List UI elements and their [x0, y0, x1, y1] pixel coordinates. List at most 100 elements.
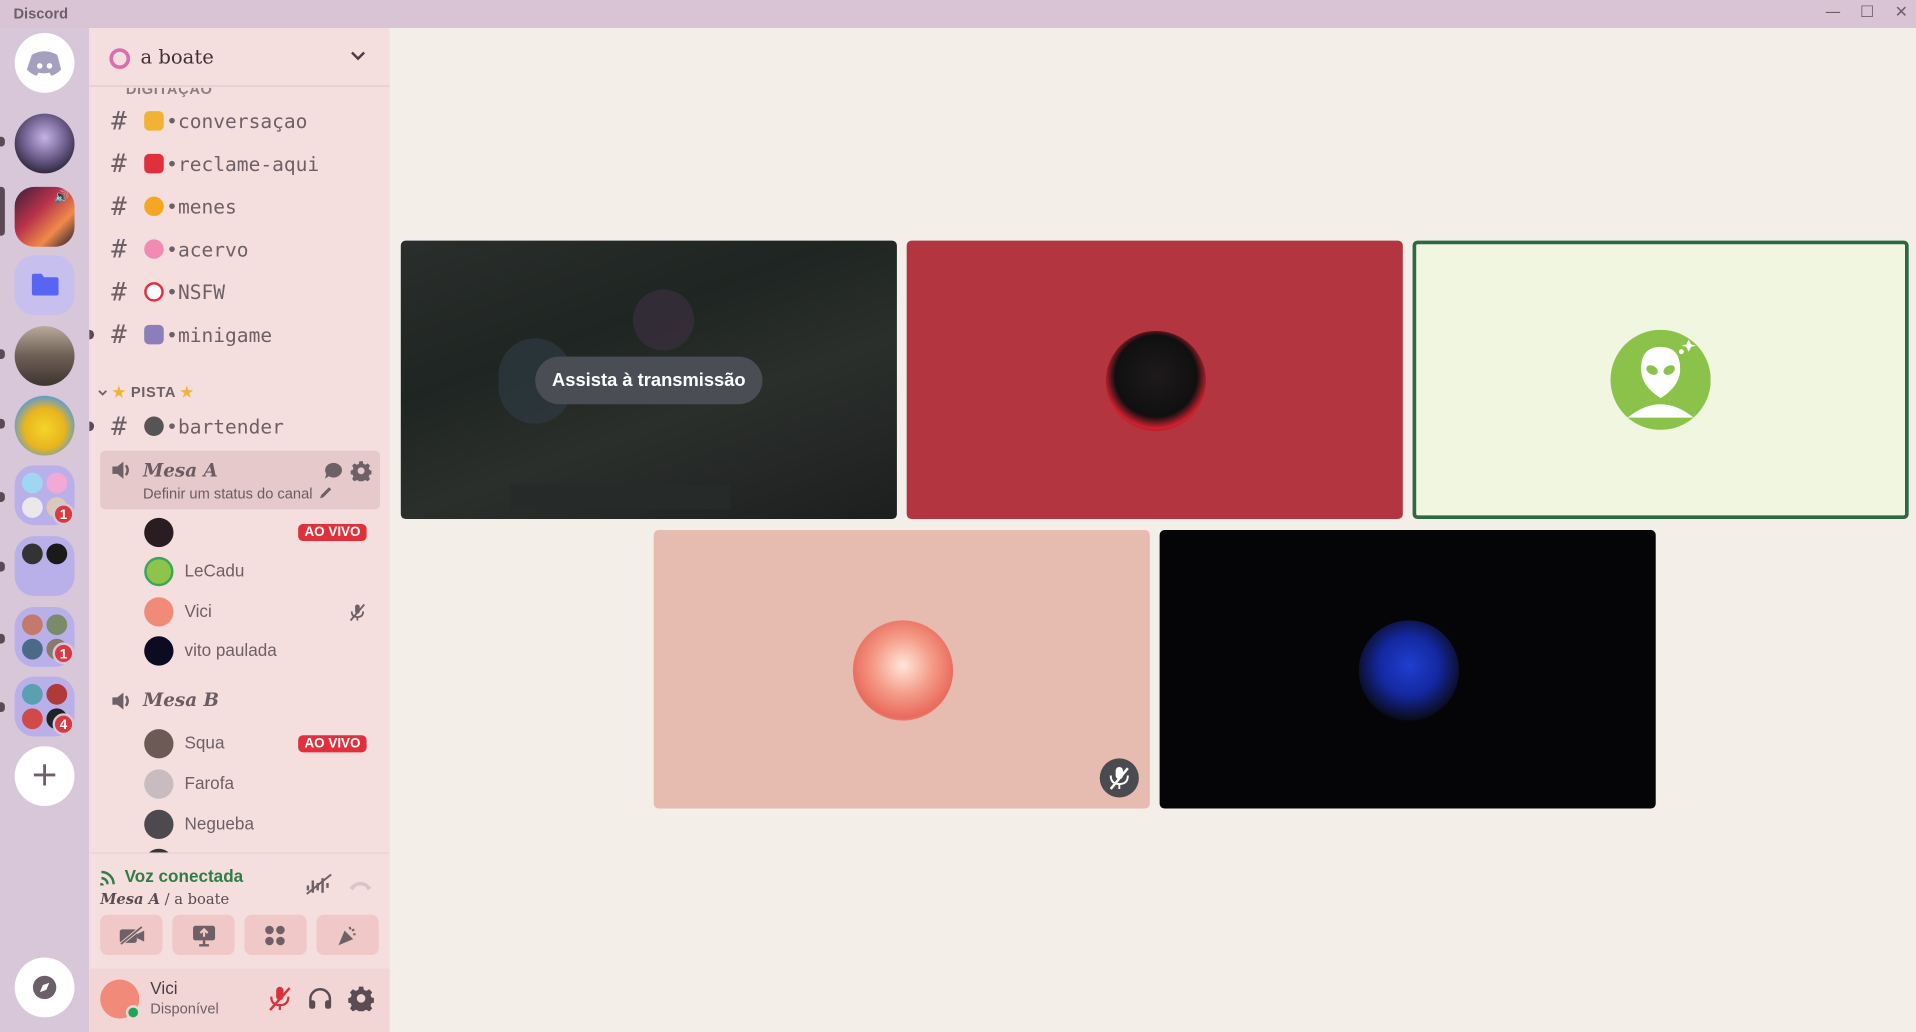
mention-badge: 1	[52, 642, 75, 665]
text-channel[interactable]: # •bartender	[89, 409, 382, 446]
voice-user-name: vito paulada	[184, 639, 277, 660]
chat-bubble-icon[interactable]	[324, 462, 344, 482]
voice-status[interactable]: Voz conectada	[125, 866, 244, 886]
activities-button[interactable]	[244, 914, 307, 956]
server-icon	[21, 472, 43, 494]
avatar	[144, 809, 174, 840]
voice-connection-panel: Voz conectada Mesa A / a boate	[89, 852, 390, 968]
maximize-button[interactable]: ☐	[1850, 2, 1884, 24]
server-icon[interactable]	[14, 395, 75, 456]
hash-icon: #	[111, 106, 127, 136]
voice-location[interactable]: Mesa A / a boate	[100, 890, 229, 907]
voice-user[interactable]: Negueba	[144, 806, 376, 843]
pencil-icon[interactable]	[319, 486, 332, 499]
signal-icon[interactable]	[100, 868, 120, 886]
gear-icon[interactable]	[348, 986, 374, 1012]
voice-channel-mesa-b[interactable]: Mesa B	[100, 683, 380, 720]
watch-stream-button[interactable]: Assista à transmissão	[535, 356, 763, 405]
voice-user[interactable]: Vici	[144, 594, 376, 631]
mention-badge: 1	[52, 503, 75, 526]
folder-button[interactable]	[14, 255, 75, 316]
participant-tile[interactable]	[653, 530, 1150, 809]
separator: /	[159, 890, 175, 908]
channel-name: •conversaçao	[166, 109, 308, 134]
voice-user[interactable]: AO VIVO	[144, 514, 376, 551]
video-off-icon	[119, 925, 145, 946]
server-icon	[46, 472, 68, 494]
server-icon	[21, 683, 43, 705]
text-channel[interactable]: # •minigame	[89, 318, 382, 355]
close-button[interactable]: ✕	[1884, 2, 1916, 24]
category-name: PISTA	[130, 383, 176, 401]
voice-user[interactable]	[144, 845, 376, 853]
voice-user[interactable]: Farofa	[144, 766, 376, 803]
participant-tile[interactable]	[1159, 530, 1656, 809]
gear-icon[interactable]	[350, 460, 372, 482]
avatar	[144, 636, 174, 666]
unread-pill	[0, 136, 5, 147]
discover-button[interactable]	[14, 957, 75, 1018]
text-channel[interactable]: # •acervo	[101, 232, 382, 269]
server-icon	[46, 683, 68, 705]
online-status-icon	[125, 1005, 141, 1020]
stream-tile[interactable]: Assista à transmissão	[400, 240, 897, 520]
hash-icon: #	[111, 148, 127, 179]
voice-channel-name: Mesa A	[142, 459, 218, 482]
mention-badge: 4	[52, 713, 75, 736]
avatar	[144, 729, 174, 759]
headphones-icon[interactable]	[308, 987, 332, 1011]
text-channel-nsfw[interactable]: # •NSFW	[101, 275, 382, 312]
voice-channel-mesa-a[interactable]: Mesa A Definir um status do canal	[100, 450, 381, 510]
stream-preview-blur	[632, 289, 695, 351]
avatar	[144, 517, 174, 548]
category-header[interactable]: DIGITAÇÃO	[126, 88, 213, 98]
server-icon[interactable]	[14, 326, 75, 386]
server-boost-icon	[109, 48, 131, 70]
user-panel: Vici Disponível	[89, 968, 390, 1032]
voice-user-name: Negueba	[184, 813, 254, 833]
server-folder[interactable]	[14, 536, 75, 596]
minimize-button[interactable]: —	[1816, 2, 1850, 24]
channel-emoji-icon	[144, 153, 164, 174]
voice-user[interactable]: Squa AO VIVO	[144, 725, 376, 762]
live-badge: AO VIVO	[298, 523, 367, 542]
server-header[interactable]: a boate	[89, 28, 390, 87]
server-icon	[21, 543, 43, 565]
unread-pill	[0, 492, 5, 502]
disconnect-icon[interactable]	[347, 877, 374, 892]
soundboard-button[interactable]	[316, 914, 379, 956]
channel-name: •reclame-aqui	[166, 152, 320, 176]
noise-suppression-icon[interactable]	[305, 873, 332, 895]
home-button[interactable]	[14, 32, 75, 93]
participant-avatar	[1105, 330, 1207, 432]
participant-tile-speaking[interactable]	[1412, 240, 1909, 520]
participant-tile[interactable]	[906, 240, 1403, 520]
hash-icon: #	[111, 411, 127, 441]
unread-pill	[0, 349, 5, 360]
text-channel[interactable]: # •conversaçao	[101, 104, 382, 141]
hash-icon: #	[111, 319, 127, 350]
chevron-down-icon	[98, 390, 107, 396]
hash-icon: #	[111, 191, 127, 222]
voice-user[interactable]: LeCadu	[144, 553, 376, 590]
server-icon-a-boate[interactable]: 🔊	[14, 186, 75, 247]
unread-pill	[0, 633, 5, 644]
voice-server-ref: a boate	[174, 890, 230, 908]
camera-toggle-button[interactable]	[100, 914, 163, 956]
voice-channel-name: Mesa B	[142, 688, 219, 711]
username[interactable]: Vici	[150, 978, 177, 998]
voice-user[interactable]: vito paulada	[144, 633, 376, 670]
category-header-pista[interactable]: ★ PISTA ★	[98, 383, 194, 401]
text-channel[interactable]: # •menes	[101, 189, 382, 226]
text-channel[interactable]: # •reclame-aqui	[101, 147, 382, 184]
channel-status-input[interactable]: Definir um status do canal	[143, 485, 313, 502]
add-server-button[interactable]: +	[14, 746, 75, 807]
user-status: Disponível	[150, 1000, 219, 1018]
share-screen-button[interactable]	[172, 914, 235, 956]
server-icon[interactable]	[14, 113, 75, 174]
hash-icon: #	[111, 234, 127, 264]
mute-mic-icon[interactable]	[268, 986, 292, 1013]
channel-emoji-icon	[144, 196, 164, 217]
channel-emoji-icon	[144, 282, 164, 302]
channel-name: •acervo	[166, 238, 249, 262]
